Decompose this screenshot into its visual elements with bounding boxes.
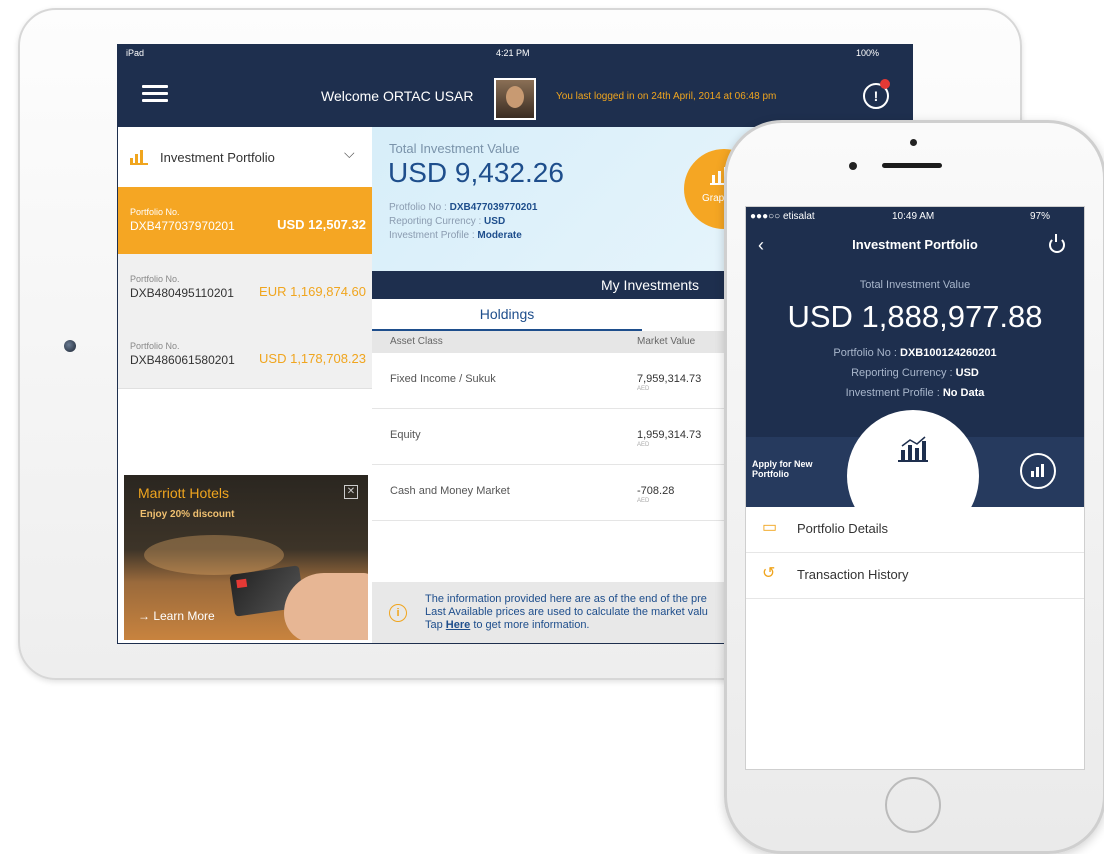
portfolio-item[interactable]: Portfolio No. DXB486061580201 USD 1,178,… [118, 321, 372, 389]
investment-profile-line: Investment Profile : Moderate [389, 230, 522, 241]
column-market-value: Market Value [637, 336, 696, 347]
portfolio-item[interactable]: Portfolio No. DXB477037970201 USD 12,507… [118, 187, 372, 255]
market-value: -708.28 [637, 485, 675, 497]
reporting-currency-line: Reporting Currency : USD [851, 367, 979, 379]
last-login-text: You last logged in on 24th April, 2014 a… [556, 91, 777, 102]
carrier: ●●●○○ etisalat [750, 211, 815, 222]
asset-class: Cash and Money Market [390, 485, 510, 497]
portfolio-amount: EUR 1,169,874.60 [259, 284, 366, 299]
market-value: 1,959,314.73 [637, 429, 702, 441]
portfolio-number: DXB477037970201 [130, 219, 235, 233]
portfolio-no-label: Portfolio No. [130, 341, 180, 351]
portfolio-number: DXB486061580201 [130, 353, 235, 367]
total-investment-label: Total Investment Value [859, 279, 971, 291]
home-button[interactable] [885, 777, 941, 833]
iphone-device: ●●●○○ etisalat 10:49 AM 97% ‹ Investment… [724, 120, 1104, 854]
portfolio-amount: USD 12,507.32 [277, 217, 366, 232]
bar-chart-icon [898, 436, 928, 462]
ad-title: Marriott Hotels [138, 485, 230, 501]
welcome-text: Welcome ORTAC USAR [321, 88, 474, 104]
portfolio-no-label: Portfolio No. [130, 207, 180, 217]
hand-image [284, 573, 368, 640]
portfolio-header: ‹ Investment Portfolio Total Investment … [746, 227, 1084, 542]
portfolio-number: DXB480495110201 [130, 286, 234, 300]
info-line-2: Last Available prices are used to calcul… [425, 606, 708, 618]
total-investment-value: USD 1,888,977.88 [787, 299, 1043, 334]
column-asset-class: Asset Class [390, 336, 443, 347]
notification-badge [880, 79, 890, 89]
portfolio-no-label: Portfolio No. [130, 274, 180, 284]
transaction-history-item[interactable]: ↺ Transaction History [746, 553, 1084, 599]
portfolio-selector[interactable]: Investment Portfolio ⌵ [118, 127, 372, 188]
battery-level: 97% [1030, 211, 1051, 222]
reporting-currency-line: Reporting Currency : USD [389, 216, 506, 227]
avatar[interactable] [494, 78, 536, 120]
close-icon[interactable]: ✕ [344, 485, 358, 499]
info-line-3: Tap Here to get more information. [425, 619, 590, 631]
bar-chart-icon [130, 149, 148, 165]
info-icon: i [389, 604, 407, 622]
tab-holdings[interactable]: Holdings [372, 299, 642, 331]
portfolio-selector-label: Investment Portfolio [160, 150, 275, 165]
asset-class: Equity [390, 429, 421, 441]
asset-class: Fixed Income / Sukuk [390, 373, 496, 385]
investment-profile-line: Investment Profile : No Data [845, 387, 985, 399]
currency-code: AED [637, 442, 650, 448]
graph-view-button[interactable] [1020, 453, 1056, 489]
menu-icon[interactable] [142, 85, 168, 103]
app-header: Welcome ORTAC USAR You last logged in on… [118, 61, 912, 127]
front-camera [849, 162, 857, 170]
my-investments-title: My Investments [601, 277, 700, 293]
apply-new-portfolio-link[interactable]: Apply for New Portfolio [752, 459, 813, 479]
menu-item-label: Transaction History [797, 567, 909, 582]
market-value: 7,959,314.73 [637, 373, 702, 385]
graph-icon [1031, 464, 1044, 477]
device-label: iPad [126, 48, 145, 58]
total-investment-label: Total Investment Value [389, 141, 520, 156]
here-link[interactable]: Here [446, 619, 470, 631]
status-time: 10:49 AM [892, 211, 935, 222]
ad-subtitle: Enjoy 20% discount [140, 509, 235, 520]
portfolio-no-line: Protfolio No : DXB477039770201 [389, 202, 538, 213]
ipad-camera [64, 340, 76, 352]
ad-background-image [144, 535, 284, 575]
page-title: Investment Portfolio [852, 237, 978, 252]
chevron-down-icon: ⌵ [344, 145, 355, 161]
power-icon[interactable] [1049, 234, 1065, 253]
iphone-status-bar: ●●●○○ etisalat 10:49 AM 97% [746, 207, 1084, 227]
ipad-status-bar: iPad 4:21 PM 100% [118, 45, 912, 61]
sidebar: Investment Portfolio ⌵ Portfolio No. DXB… [118, 127, 372, 643]
battery-level: 100% [856, 48, 880, 58]
proximity-sensor [910, 139, 917, 146]
total-investment-value: USD 9,432.26 [388, 157, 564, 188]
currency-code: AED [637, 386, 650, 392]
learn-more-link[interactable]: → Learn More [138, 609, 215, 623]
portfolio-menu: ▭ Portfolio Details ↺ Transaction Histor… [746, 507, 1084, 769]
earpiece-speaker [882, 163, 942, 168]
currency-code: AED [637, 498, 650, 504]
menu-item-label: Portfolio Details [797, 521, 889, 536]
portfolio-no-line: Portfolio No : DXB100124260201 [833, 347, 997, 359]
marriott-ad-banner[interactable]: Marriott Hotels Enjoy 20% discount ✕ → L… [124, 475, 368, 640]
info-line-1: The information provided here are as of … [425, 593, 707, 605]
portfolio-item[interactable]: Portfolio No. DXB480495110201 EUR 1,169,… [118, 254, 372, 322]
status-time: 4:21 PM [496, 48, 530, 58]
portfolio-details-item[interactable]: ▭ Portfolio Details [746, 507, 1084, 553]
portfolio-amount: USD 1,178,708.23 [259, 351, 366, 366]
iphone-screen: ●●●○○ etisalat 10:49 AM 97% ‹ Investment… [745, 206, 1085, 770]
history-icon: ↺ [762, 565, 776, 582]
chart-board-icon: ▭ [762, 519, 778, 536]
graph-button-label: Grap [702, 193, 725, 204]
